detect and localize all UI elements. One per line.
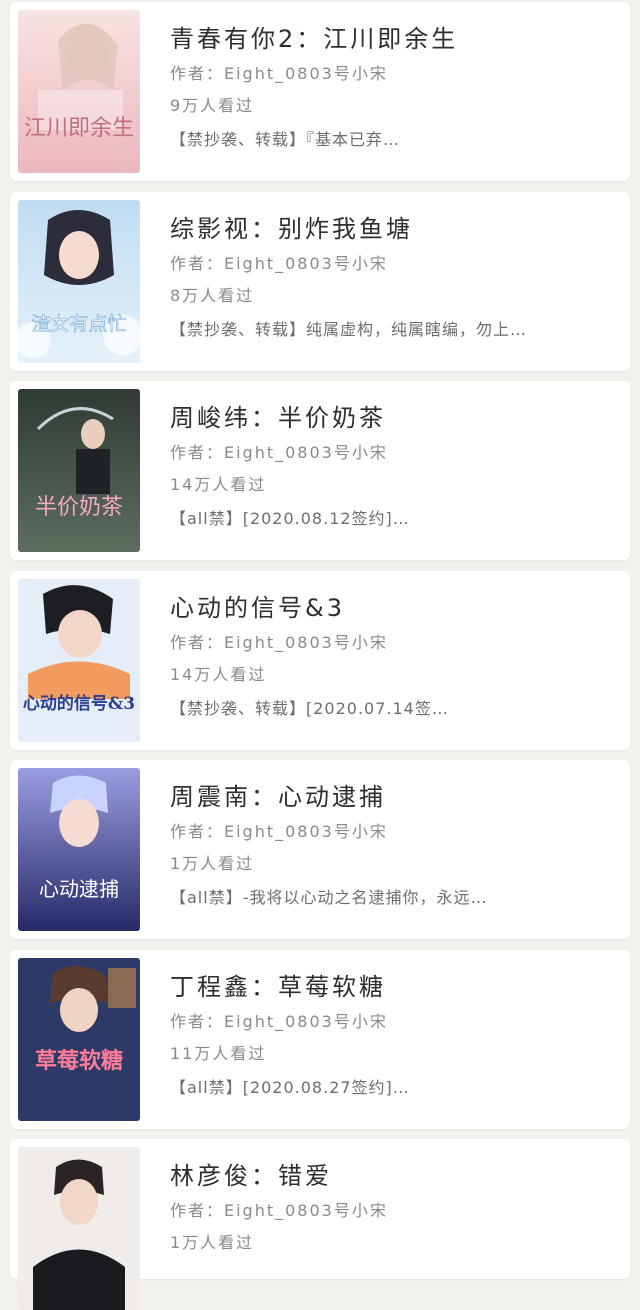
book-cover[interactable]: 心动的信号&3: [18, 579, 140, 742]
book-cover[interactable]: 江川即余生: [18, 10, 140, 173]
book-description: 【all禁】-我将以心动之名逮捕你，永远…: [170, 888, 488, 907]
cover-title-text: 江川即余生: [24, 116, 134, 141]
book-author: 作者：Eight_0803号小宋: [170, 254, 388, 273]
cover-title-text: 半价奶茶: [35, 495, 123, 520]
book-card[interactable]: 江川即余生 青春有你2：江川即余生 作者：Eight_0803号小宋 9万人看过…: [10, 2, 630, 181]
book-cover[interactable]: 心动逮捕: [18, 768, 140, 931]
book-title[interactable]: 青春有你2：江川即余生: [170, 24, 616, 54]
book-card[interactable]: 半价奶茶 周峻纬：半价奶茶 作者：Eight_0803号小宋 14万人看过 【a…: [10, 381, 630, 560]
book-author: 作者：Eight_0803号小宋: [170, 1012, 388, 1031]
book-card[interactable]: 林彦俊：错爱 作者：Eight_0803号小宋 1万人看过: [10, 1139, 630, 1310]
book-title[interactable]: 心动的信号&3: [170, 593, 616, 623]
book-card[interactable]: 渣女有点忙 综影视：别炸我鱼塘 作者：Eight_0803号小宋 8万人看过 【…: [10, 192, 630, 371]
book-description: 【all禁】[2020.08.12签约]…: [170, 509, 410, 528]
book-author: 作者：Eight_0803号小宋: [170, 1201, 388, 1220]
book-read-count: 9万人看过: [170, 96, 255, 115]
book-read-count: 14万人看过: [170, 475, 267, 494]
book-description: 【禁抄袭、转载】纯属虚构，纯属瞎编，勿上…: [170, 320, 528, 339]
book-title[interactable]: 林彦俊：错爱: [170, 1161, 616, 1191]
book-cover[interactable]: 半价奶茶: [18, 389, 140, 552]
book-card[interactable]: 心动逮捕 周震南：心动逮捕 作者：Eight_0803号小宋 1万人看过 【al…: [10, 760, 630, 939]
book-read-count: 11万人看过: [170, 1044, 267, 1063]
book-author: 作者：Eight_0803号小宋: [170, 633, 388, 652]
book-cover[interactable]: 渣女有点忙: [18, 200, 140, 363]
book-description: 【禁抄袭、转载】『基本已弃…: [170, 130, 401, 149]
book-read-count: 1万人看过: [170, 854, 255, 873]
book-card[interactable]: 心动的信号&3 心动的信号&3 作者：Eight_0803号小宋 14万人看过 …: [10, 571, 630, 750]
book-read-count: 8万人看过: [170, 286, 255, 305]
book-cover[interactable]: 草莓软糖: [18, 958, 140, 1121]
cover-title-text: 心动的信号&3: [23, 693, 135, 714]
cover-title-text: 渣女有点忙: [31, 313, 126, 335]
book-card[interactable]: 草莓软糖 丁程鑫：草莓软糖 作者：Eight_0803号小宋 11万人看过 【a…: [10, 950, 630, 1129]
book-author: 作者：Eight_0803号小宋: [170, 443, 388, 462]
cover-title-text: 心动逮捕: [39, 877, 119, 901]
book-read-count: 1万人看过: [170, 1233, 255, 1252]
book-title[interactable]: 周峻纬：半价奶茶: [170, 403, 616, 433]
book-description: 【禁抄袭、转载】[2020.07.14签…: [170, 699, 449, 718]
book-author: 作者：Eight_0803号小宋: [170, 822, 388, 841]
cover-title-text: 草莓软糖: [35, 1048, 123, 1074]
book-read-count: 14万人看过: [170, 665, 267, 684]
book-title[interactable]: 综影视：别炸我鱼塘: [170, 214, 616, 244]
book-description: 【all禁】[2020.08.27签约]…: [170, 1078, 410, 1097]
book-title[interactable]: 周震南：心动逮捕: [170, 782, 616, 812]
book-title[interactable]: 丁程鑫：草莓软糖: [170, 972, 616, 1002]
book-author: 作者：Eight_0803号小宋: [170, 64, 388, 83]
book-cover[interactable]: [18, 1147, 140, 1310]
